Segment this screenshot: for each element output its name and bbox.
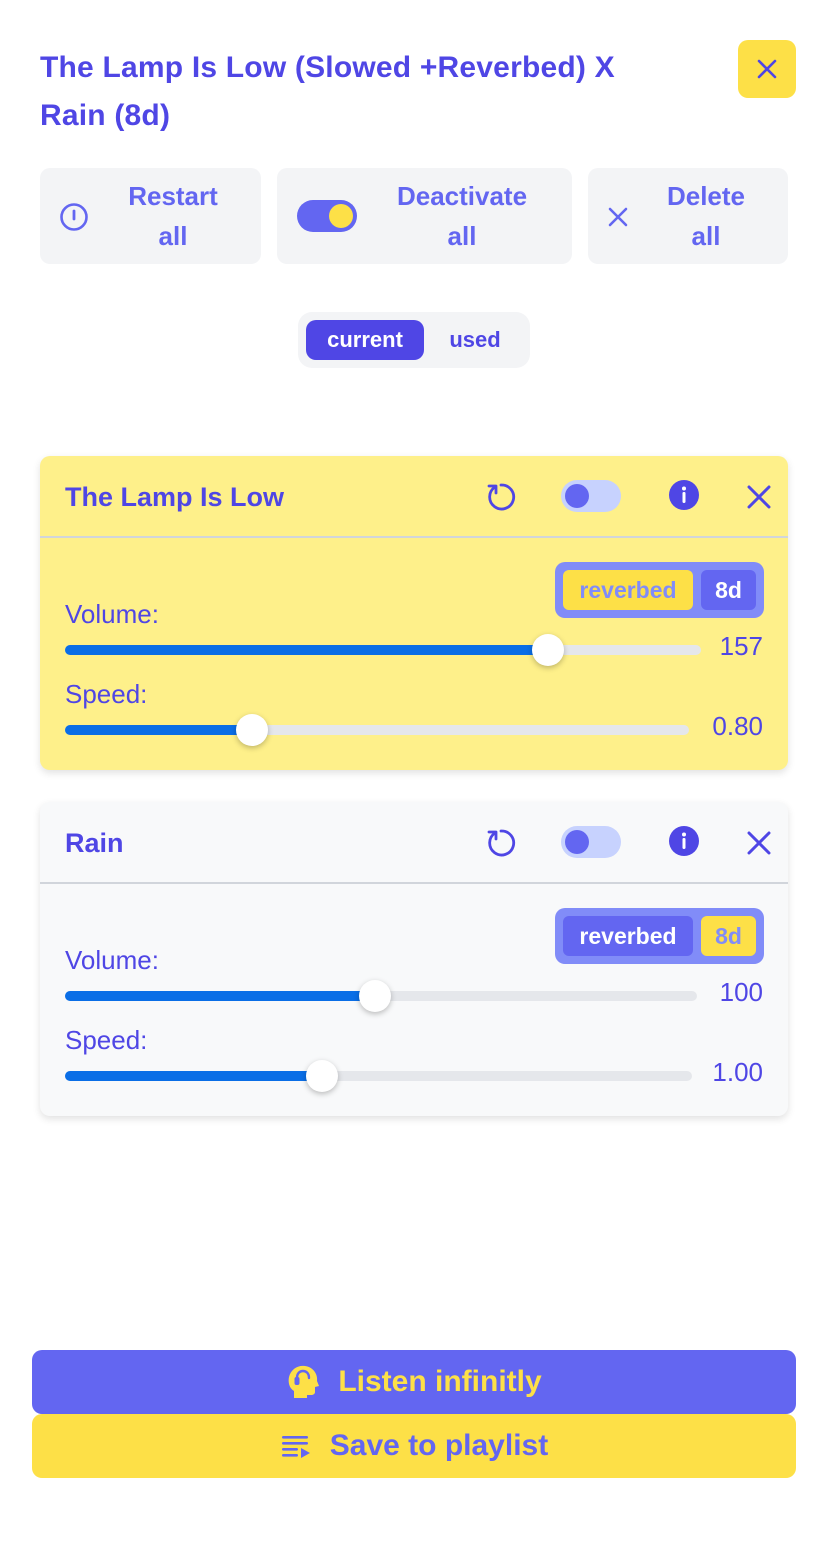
toggle-knob xyxy=(329,204,353,228)
track-toggle[interactable] xyxy=(561,480,621,512)
delete-all-button[interactable]: Delete all xyxy=(588,168,788,264)
close-icon[interactable] xyxy=(746,830,772,856)
track-toggle[interactable] xyxy=(561,826,621,858)
delete-all-label-1: Delete xyxy=(666,181,746,211)
speed-label: Speed: xyxy=(65,1025,148,1055)
track-card: Rain reverbed 8d Volume: 100 Speed: 1.00 xyxy=(40,802,788,1116)
toggle-knob xyxy=(565,484,589,508)
volume-slider-thumb[interactable] xyxy=(532,634,565,666)
speed-slider-fill xyxy=(65,725,253,735)
tag-reverbed[interactable]: reverbed xyxy=(563,916,693,956)
view-tabs: current used xyxy=(298,312,530,368)
save-to-playlist-label: Save to playlist xyxy=(329,1429,549,1462)
tab-used[interactable]: used xyxy=(428,320,522,360)
close-icon[interactable] xyxy=(746,484,772,510)
tag-8d[interactable]: 8d xyxy=(701,570,756,610)
tab-current[interactable]: current xyxy=(306,320,424,360)
volume-slider-fill xyxy=(65,991,375,1001)
speed-value: 1.00 xyxy=(712,1057,763,1087)
power-icon xyxy=(60,203,88,231)
page-title: The Lamp Is Low (Slowed +Reverbed) X Rai… xyxy=(40,51,615,132)
effect-tags: reverbed 8d xyxy=(555,908,764,964)
volume-slider-thumb[interactable] xyxy=(358,980,391,1012)
close-button[interactable] xyxy=(738,40,796,98)
volume-slider-fill xyxy=(65,645,549,655)
volume-value: 100 xyxy=(719,977,763,1007)
listen-infinitly-label: Listen infinitly xyxy=(338,1365,542,1398)
effect-tags: reverbed 8d xyxy=(555,562,764,618)
track-card: The Lamp Is Low reverbed 8d Volume: 157 … xyxy=(40,456,788,770)
volume-value: 157 xyxy=(719,631,763,661)
volume-slider[interactable] xyxy=(65,980,697,1012)
tag-reverbed[interactable]: reverbed xyxy=(563,570,693,610)
playlist-add-icon xyxy=(281,1436,310,1458)
save-to-playlist-button[interactable]: Save to playlist xyxy=(32,1414,796,1478)
volume-label: Volume: xyxy=(65,945,159,975)
speed-value: 0.80 xyxy=(712,711,763,741)
restart-all-label-2: all xyxy=(158,221,188,251)
speed-label: Speed: xyxy=(65,679,148,709)
delete-all-label-2: all xyxy=(691,221,721,251)
deactivate-all-label-1: Deactivate xyxy=(396,181,528,211)
restart-all-button[interactable]: Restart all xyxy=(40,168,261,264)
listen-infinitly-button[interactable]: Listen infinitly xyxy=(32,1350,796,1414)
speed-slider[interactable] xyxy=(65,1060,692,1092)
speed-slider-fill xyxy=(65,1071,323,1081)
toggle-knob xyxy=(565,830,589,854)
track-name: Rain xyxy=(65,828,124,858)
speed-slider[interactable] xyxy=(65,714,689,746)
track-card-header: The Lamp Is Low xyxy=(40,456,788,538)
deactivate-all-label-2: all xyxy=(447,221,477,251)
track-card-header: Rain xyxy=(40,802,788,884)
volume-label: Volume: xyxy=(65,599,159,629)
close-icon xyxy=(757,59,777,79)
header: The Lamp Is Low (Slowed +Reverbed) X Rai… xyxy=(40,40,796,140)
volume-slider[interactable] xyxy=(65,634,701,666)
deactivate-all-button[interactable]: Deactivate all xyxy=(277,168,572,264)
tag-8d[interactable]: 8d xyxy=(701,916,756,956)
deactivate-all-toggle[interactable] xyxy=(297,200,357,232)
info-icon[interactable] xyxy=(668,825,700,857)
restart-icon[interactable] xyxy=(485,827,517,859)
speed-slider-thumb[interactable] xyxy=(236,714,269,746)
head-headphones-icon xyxy=(288,1365,320,1398)
close-icon xyxy=(608,207,628,227)
track-name: The Lamp Is Low xyxy=(65,482,285,512)
speed-slider-thumb[interactable] xyxy=(306,1060,339,1092)
restart-icon[interactable] xyxy=(485,481,517,513)
restart-all-label-1: Restart xyxy=(128,181,218,211)
info-icon[interactable] xyxy=(668,479,700,511)
